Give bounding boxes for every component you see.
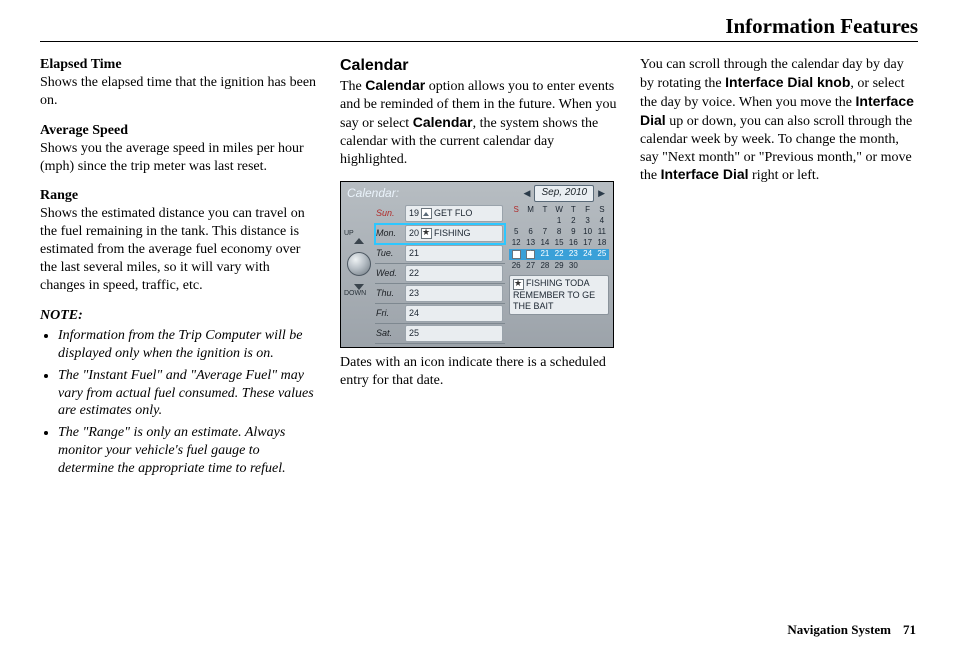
column-center: Calendar The Calendar option allows you … bbox=[340, 56, 618, 482]
calendar-heading: Calendar bbox=[340, 56, 618, 76]
scroll-instructions: You can scroll through the calendar day … bbox=[640, 56, 918, 185]
elapsed-time-body: Shows the elapsed time that the ignition… bbox=[40, 75, 316, 108]
day-abbr: Mon. bbox=[375, 224, 405, 243]
footer-label: Navigation System bbox=[787, 622, 891, 637]
content-columns: Elapsed Time Shows the elapsed time that… bbox=[40, 56, 918, 482]
dial-up-label: UP bbox=[344, 230, 354, 239]
day-abbr: Sun. bbox=[375, 204, 405, 223]
page-title: Information Features bbox=[40, 14, 918, 42]
day-cell[interactable]: 25 bbox=[405, 325, 503, 342]
picture-icon bbox=[421, 208, 432, 219]
page: Information Features Elapsed Time Shows … bbox=[0, 0, 954, 652]
interface-dial[interactable]: UP DOWN bbox=[341, 204, 375, 347]
reminder-box: FISHING TODA REMEMBER TO GE THE BAIT bbox=[509, 275, 609, 315]
calendar-intro: The Calendar option allows you to enter … bbox=[340, 77, 618, 169]
day-cell[interactable]: 23 bbox=[405, 285, 503, 302]
day-abbr: Thu. bbox=[375, 284, 405, 303]
day-row[interactable]: Tue.21 bbox=[375, 244, 505, 264]
day-cell[interactable]: 24 bbox=[405, 305, 503, 322]
next-month-icon[interactable]: ▶ bbox=[598, 188, 605, 200]
day-abbr: Fri. bbox=[375, 304, 405, 323]
average-speed-body: Shows you the average speed in miles per… bbox=[40, 141, 304, 174]
range-heading: Range bbox=[40, 188, 78, 203]
mini-calendar: SMTWTFS123456789101112131415161718★21222… bbox=[505, 204, 613, 347]
column-left: Elapsed Time Shows the elapsed time that… bbox=[40, 56, 318, 482]
day-row[interactable]: Sat.25 bbox=[375, 324, 505, 344]
day-cell[interactable]: 20FISHING bbox=[405, 225, 503, 242]
day-list: Sun.19GET FLOMon.20FISHINGTue.21Wed.22Th… bbox=[375, 204, 505, 347]
day-cell[interactable]: 21 bbox=[405, 245, 503, 262]
star-icon: ★ bbox=[526, 250, 535, 259]
chevron-up-icon[interactable] bbox=[354, 238, 364, 244]
day-row[interactable]: Sun.19GET FLO bbox=[375, 204, 505, 224]
elapsed-time-heading: Elapsed Time bbox=[40, 57, 122, 72]
dial-knob-icon[interactable] bbox=[347, 252, 371, 276]
calendar-caption: Dates with an icon indicate there is a s… bbox=[340, 354, 618, 390]
day-abbr: Tue. bbox=[375, 244, 405, 263]
average-speed-heading: Average Speed bbox=[40, 123, 128, 138]
cal-month-label: Sep, 2010 bbox=[534, 185, 594, 202]
day-row[interactable]: Fri.24 bbox=[375, 304, 505, 324]
picture-icon bbox=[512, 250, 521, 259]
calendar-screenshot: Calendar: ◀ Sep, 2010 ▶ UP DOWN Sun.19GE… bbox=[340, 181, 614, 348]
day-cell[interactable]: 22 bbox=[405, 265, 503, 282]
note-heading: NOTE: bbox=[40, 307, 318, 325]
prev-month-icon[interactable]: ◀ bbox=[524, 188, 531, 200]
day-row[interactable]: Wed.22 bbox=[375, 264, 505, 284]
day-row[interactable]: Thu.23 bbox=[375, 284, 505, 304]
day-abbr: Wed. bbox=[375, 264, 405, 283]
page-footer: Navigation System 71 bbox=[787, 622, 916, 638]
star-icon bbox=[513, 279, 524, 290]
day-row[interactable]: Mon.20FISHING bbox=[375, 224, 505, 244]
cal-title: Calendar: bbox=[347, 186, 399, 201]
note-item: The "Range" is only an estimate. Always … bbox=[58, 424, 318, 478]
range-body: Shows the estimated distance you can tra… bbox=[40, 206, 305, 293]
page-number: 71 bbox=[903, 622, 916, 637]
day-cell[interactable]: 19GET FLO bbox=[405, 205, 503, 222]
dial-down-label: DOWN bbox=[344, 290, 366, 299]
note-list: Information from the Trip Computer will … bbox=[44, 327, 318, 478]
note-item: The "Instant Fuel" and "Average Fuel" ma… bbox=[58, 367, 318, 421]
note-item: Information from the Trip Computer will … bbox=[58, 327, 318, 363]
star-icon bbox=[421, 228, 432, 239]
cal-month-selector[interactable]: ◀ Sep, 2010 ▶ bbox=[524, 185, 605, 202]
day-abbr: Sat. bbox=[375, 324, 405, 343]
column-right: You can scroll through the calendar day … bbox=[640, 56, 918, 482]
